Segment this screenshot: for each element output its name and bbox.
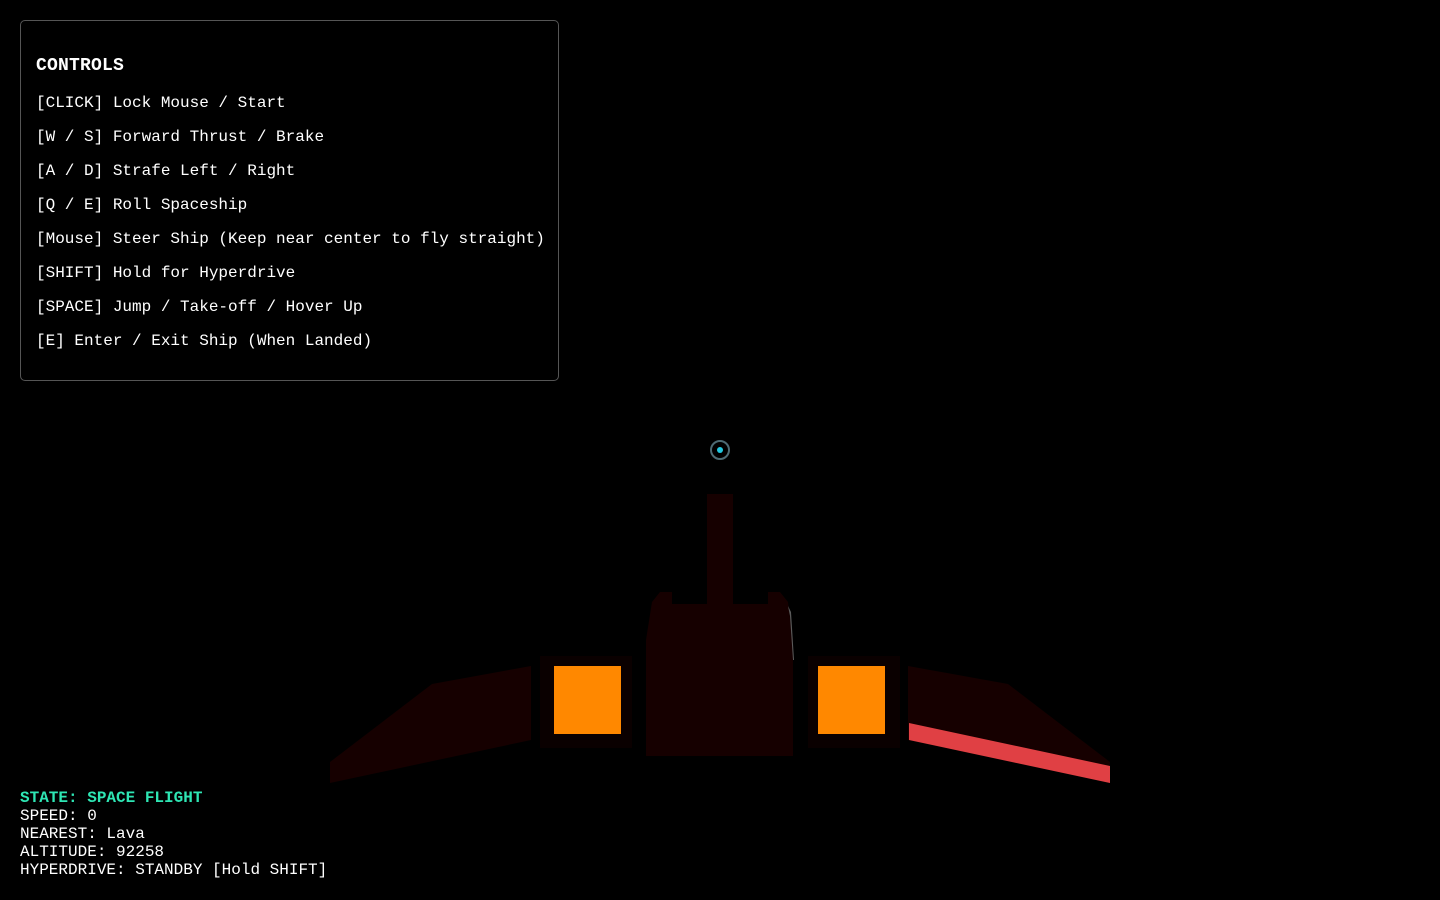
left-wing xyxy=(330,666,531,783)
main-hull xyxy=(646,592,793,756)
control-item-steer: [Mouse] Steer Ship (Keep near center to … xyxy=(36,230,545,248)
hud-nearest: NEAREST: Lava xyxy=(20,825,145,843)
right-engine-glow xyxy=(818,666,885,734)
hud-state: STATE: SPACE FLIGHT xyxy=(20,789,203,807)
hud-hyperdrive: HYPERDRIVE: STANDBY [Hold SHIFT] xyxy=(20,861,328,879)
control-item-jump: [SPACE] Jump / Take-off / Hover Up xyxy=(36,298,363,316)
controls-panel: CONTROLS [CLICK] Lock Mouse / Start [W /… xyxy=(20,20,559,381)
hud-altitude: ALTITUDE: 92258 xyxy=(20,843,165,861)
control-item-click: [CLICK] Lock Mouse / Start xyxy=(36,94,286,112)
crosshair-icon xyxy=(710,440,730,460)
left-engine-glow xyxy=(554,666,621,734)
controls-list: [CLICK] Lock Mouse / Start [W / S] Forwa… xyxy=(36,93,545,365)
control-item-hyperdrive: [SHIFT] Hold for Hyperdrive xyxy=(36,264,296,282)
controls-title: CONTROLS xyxy=(36,56,125,76)
control-item-thrust: [W / S] Forward Thrust / Brake xyxy=(36,128,325,146)
control-item-enter-exit: [E] Enter / Exit Ship (When Landed) xyxy=(36,332,373,350)
hud-speed: SPEED: 0 xyxy=(20,807,97,825)
control-item-strafe: [A / D] Strafe Left / Right xyxy=(36,162,296,180)
antenna-mast xyxy=(707,494,733,606)
spaceship-model xyxy=(330,494,1110,783)
control-item-roll: [Q / E] Roll Spaceship xyxy=(36,196,248,214)
hud-status: STATE: SPACE FLIGHT SPEED: 0 NEAREST: La… xyxy=(20,789,327,879)
crosshair-dot xyxy=(717,447,723,453)
